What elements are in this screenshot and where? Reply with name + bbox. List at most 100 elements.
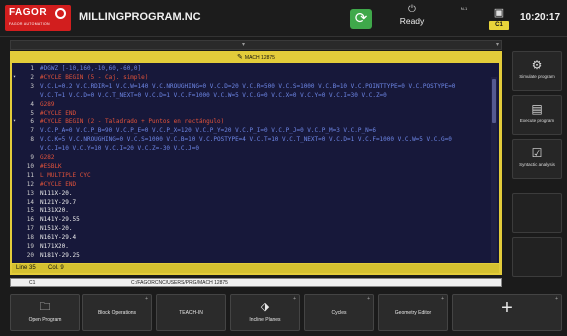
plus-icon: + (501, 297, 513, 319)
code-line[interactable]: 12 #CYCLE END (12, 180, 492, 189)
code-line[interactable]: 13 N111X-20. (12, 189, 492, 198)
softkey-label: Block Operations (97, 310, 137, 316)
line-number: 8 (30, 136, 34, 144)
line-text: N171X20. (40, 243, 69, 250)
code-line[interactable]: V.C.I=10 V.C.Y=10 V.C.I=20 V.C.Z=-30 V.C… (12, 144, 492, 153)
line-text: V.C.P_A=0 V.C.P_B=90 V.C.P_E=0 V.C.P_X=1… (40, 127, 376, 135)
line-number: 7 (30, 127, 34, 135)
editor-title-text: MACH 12875 (244, 55, 275, 61)
submenu-indicator-icon: + (555, 296, 558, 302)
code-line[interactable]: 3 V.C.L=0.2 V.C.RDIR=1 V.C.W=140 V.C.NROU… (12, 82, 492, 91)
chevron-down-icon[interactable]: ▾ (493, 42, 502, 49)
code-line[interactable]: ▾ 2 #CYCLE BEGIN (5 - Caj. simple) (12, 73, 492, 82)
simulate-program-button[interactable]: ⚙ Simulate program (512, 51, 562, 91)
line-text: N181Y-29.25 (40, 251, 80, 259)
cycles-button[interactable]: + Cycles (304, 294, 374, 331)
submenu-indicator-icon: + (441, 296, 444, 302)
line-number: 5 (30, 109, 34, 117)
line-text: V.C.L=0.2 V.C.RDIR=1 V.C.W=140 V.C.NROUG… (40, 82, 456, 90)
line-number: 10 (26, 162, 34, 170)
line-text: V.C.K=5 V.C.NROUGHING=0 V.C.S=1000 V.C.B… (40, 136, 452, 144)
teach-in-button[interactable]: TEACH-IN (156, 294, 226, 331)
line-text: N131X20. (40, 207, 69, 215)
status-label: Ready (399, 16, 425, 26)
side-empty-button-1[interactable] (512, 193, 562, 233)
brand-circle-icon (55, 8, 66, 19)
code-line[interactable]: 1 #DGWZ [-10,160,-10,60,-60,0] (12, 64, 492, 73)
code-line[interactable]: 7 V.C.P_A=0 V.C.P_B=90 V.C.P_E=0 V.C.P_X=… (12, 126, 492, 135)
submenu-indicator-icon: + (293, 296, 296, 302)
softkey-label: TEACH-IN (179, 310, 203, 316)
clock: 10:20:17 (520, 12, 561, 23)
line-text: N111X-20. (40, 189, 73, 197)
line-text: N141Y-29.55 (40, 216, 80, 224)
code-line[interactable]: 17 N151X-20. (12, 224, 492, 233)
code-line[interactable]: V.C.T=1 V.C.D=0 V.C.T_NEXT=0 V.C.D=1 V.C… (12, 91, 492, 100)
code-line[interactable]: 15 N131X20. (12, 206, 492, 215)
code-line[interactable]: 11 L MULTIPLE CYC (12, 171, 492, 180)
line-number: 2 (30, 73, 34, 81)
top-bar: FAGOR FAGOR AUTOMATION MILLINGPROGRAM.NC… (0, 0, 567, 37)
code-line[interactable]: ▾ 6 #CYCLE BEGIN (2 - Taladrado + Puntos e… (12, 117, 492, 126)
softkey-label: Cycles (331, 310, 347, 316)
line-number: 18 (26, 234, 34, 242)
power-icon: ⏻ (408, 4, 416, 15)
geometry-editor-button[interactable]: + Geometry Editor (378, 294, 448, 331)
line-number: 6 (30, 118, 34, 126)
scrollbar-thumb[interactable] (492, 79, 496, 123)
side-empty-button-2[interactable] (512, 237, 562, 277)
execute-program-button[interactable]: ▤ Execute program (512, 95, 562, 135)
code-line[interactable]: 16 N141Y-29.55 (12, 215, 492, 224)
editor-title: ✎ MACH 12875 (12, 52, 500, 63)
incline-planes-button[interactable]: + ⬗ Incline Planes (230, 294, 300, 331)
cursor-line: Line 35 (16, 265, 36, 271)
editor-status-bar: Line 35 Col. 9 (12, 264, 499, 273)
code-line[interactable]: 9 G282 (12, 153, 492, 162)
softkey-label: Incline Planes (249, 317, 281, 323)
channel-badge: C1 (489, 21, 509, 30)
code-line[interactable]: 10 #ESBLK (12, 162, 492, 171)
syntactic-analysis-button[interactable]: ☑ Syntactic analysis (512, 139, 562, 179)
editor-scrollbar[interactable] (491, 77, 497, 263)
code-line[interactable]: 19 N171X20. (12, 242, 492, 251)
channel-indicator[interactable]: N-1 (447, 6, 481, 34)
code-line[interactable]: 8 V.C.K=5 V.C.NROUGHING=0 V.C.S=1000 V.C.… (12, 135, 492, 144)
line-number: 4 (30, 100, 34, 108)
line-text: N161Y-29.4 (40, 234, 77, 242)
line-number: 14 (26, 198, 34, 206)
code-line[interactable]: 18 N161Y-29.4 (12, 233, 492, 242)
code-line[interactable]: 14 N121Y-29.7 (12, 198, 492, 207)
channel-label: N-1 (460, 6, 468, 11)
submenu-indicator-icon: + (367, 296, 370, 302)
line-number: 16 (26, 216, 34, 224)
line-text: N151X-20. (40, 225, 73, 233)
execute-icon: ▤ (531, 102, 543, 116)
code-line[interactable]: 5 #CYCLE END (12, 109, 492, 118)
side-button-label: Syntactic analysis (519, 162, 555, 167)
side-button-label: Execute program (519, 118, 555, 123)
line-number: 9 (30, 154, 34, 161)
softkey-label: Geometry Editor (394, 310, 432, 316)
line-number: 12 (26, 180, 34, 188)
plus-button[interactable]: + + (452, 294, 562, 331)
code-line[interactable]: 20 N181Y-29.25 (12, 251, 492, 260)
code-line[interactable]: 4 G289 (12, 100, 492, 109)
line-text: V.C.I=10 V.C.Y=10 V.C.I=20 V.C.Z=-30 V.C… (40, 145, 199, 153)
cycle-start-icon[interactable]: ⟳ (350, 9, 372, 29)
program-name: MILLINGPROGRAM.NC (79, 11, 201, 23)
brand-subtitle: FAGOR AUTOMATION (9, 22, 50, 26)
line-text: V.C.T=1 V.C.D=0 V.C.T_NEXT=0 V.C.D=1 V.C… (40, 91, 387, 99)
line-text: N121Y-29.7 (40, 198, 77, 206)
line-number: 15 (26, 207, 34, 215)
block-operations-button[interactable]: + Block Operations (82, 294, 152, 331)
line-text: #CYCLE BEGIN (2 - Taladrado + Puntos en … (40, 118, 225, 126)
channel-selector[interactable]: ▣ C1 (488, 6, 510, 33)
line-text: #CYCLE END (40, 109, 77, 117)
line-number: 11 (26, 171, 34, 179)
chevron-down-icon[interactable]: ▾ (239, 42, 248, 49)
code-area[interactable]: 1 #DGWZ [-10,160,-10,60,-60,0] ▾ 2 #CYCLE BE… (12, 63, 499, 263)
editor-tab-strip[interactable]: ▾ ▾ (10, 40, 502, 50)
open-program-button[interactable]: 🗀 Open Program (10, 294, 80, 331)
simulate-icon: ⚙ (531, 58, 543, 72)
line-text: #CYCLE END (40, 180, 77, 188)
